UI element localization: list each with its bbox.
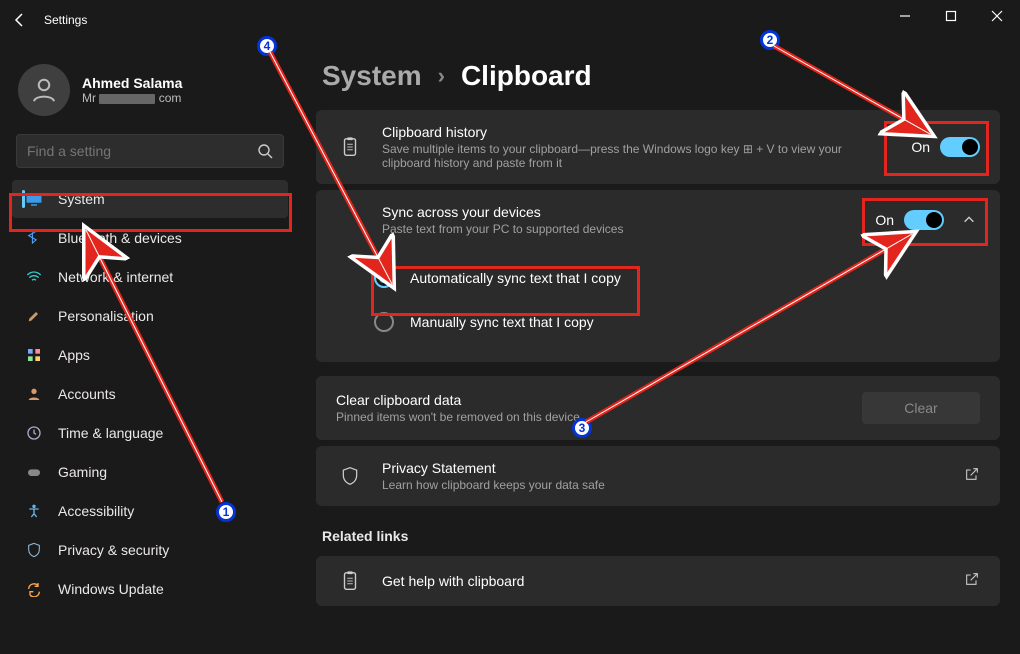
clipboard-icon [336, 136, 364, 158]
nav-label: Bluetooth & devices [58, 230, 182, 246]
nav-network[interactable]: Network & internet [12, 258, 288, 296]
nav-privacy[interactable]: Privacy & security [12, 531, 288, 569]
nav-gaming[interactable]: Gaming [12, 453, 288, 491]
radio-label: Manually sync text that I copy [410, 314, 594, 330]
radio-manual-sync[interactable]: Manually sync text that I copy [374, 300, 980, 344]
radio-auto-sync[interactable]: Automatically sync text that I copy [374, 256, 980, 300]
search-input[interactable] [27, 143, 257, 159]
nav-label: Personalisation [58, 308, 154, 324]
card-desc: Paste text from your PC to supported dev… [382, 222, 842, 236]
nav-label: Gaming [58, 464, 107, 480]
nav-accessibility[interactable]: Accessibility [12, 492, 288, 530]
close-button[interactable] [974, 0, 1020, 32]
user-profile[interactable]: Ahmed Salama Mr com [8, 56, 292, 130]
external-link-icon [964, 466, 980, 487]
nav-label: Accessibility [58, 503, 134, 519]
breadcrumb-current: Clipboard [461, 60, 592, 92]
nav-label: Network & internet [58, 269, 173, 285]
card-title: Clipboard history [382, 124, 911, 140]
nav-system[interactable]: System [12, 180, 288, 218]
nav-bluetooth[interactable]: Bluetooth & devices [12, 219, 288, 257]
back-button[interactable] [0, 0, 40, 40]
radio-icon [374, 312, 394, 332]
monitor-icon [24, 189, 44, 209]
card-desc: Save multiple items to your clipboard—pr… [382, 142, 842, 170]
clock-icon [24, 423, 44, 443]
search-box[interactable] [16, 134, 284, 168]
user-name: Ahmed Salama [82, 75, 182, 91]
main-content: System › Clipboard Clipboard history Sav… [316, 48, 1004, 654]
toggle-label: On [911, 139, 930, 155]
card-title: Sync across your devices [382, 204, 875, 220]
update-icon [24, 579, 44, 599]
clipboard-history-card: Clipboard history Save multiple items to… [316, 110, 1000, 184]
card-title: Privacy Statement [382, 460, 950, 476]
user-email: Mr com [82, 91, 182, 105]
nav-label: Accounts [58, 386, 116, 402]
window-controls [882, 0, 1020, 32]
radio-icon [374, 268, 394, 288]
minimize-button[interactable] [882, 0, 928, 32]
card-desc: Pinned items won't be removed on this de… [336, 410, 580, 424]
brush-icon [24, 306, 44, 326]
nav-accounts[interactable]: Accounts [12, 375, 288, 413]
nav-personalisation[interactable]: Personalisation [12, 297, 288, 335]
nav-label: Time & language [58, 425, 163, 441]
clear-card: Clear clipboard data Pinned items won't … [316, 376, 1000, 440]
maximize-button[interactable] [928, 0, 974, 32]
breadcrumb: System › Clipboard [322, 60, 1000, 92]
bluetooth-icon [24, 228, 44, 248]
privacy-card[interactable]: Privacy Statement Learn how clipboard ke… [316, 446, 1000, 506]
clipboard-history-toggle[interactable] [940, 137, 980, 157]
search-icon [257, 143, 273, 159]
accessibility-icon [24, 501, 44, 521]
shield-icon [336, 466, 364, 486]
clear-button[interactable]: Clear [862, 392, 980, 424]
nav-label: System [58, 191, 105, 207]
clipboard-icon [336, 570, 364, 592]
card-title: Get help with clipboard [382, 573, 950, 589]
avatar [18, 64, 70, 116]
title-bar: Settings [0, 0, 1020, 40]
chevron-up-icon[interactable] [958, 213, 980, 227]
chevron-right-icon: › [438, 63, 445, 89]
game-icon [24, 462, 44, 482]
toggle-label: On [875, 212, 894, 228]
card-title: Clear clipboard data [336, 392, 580, 408]
shield-icon [24, 540, 44, 560]
sync-toggle[interactable] [904, 210, 944, 230]
radio-label: Automatically sync text that I copy [410, 270, 621, 286]
card-desc: Learn how clipboard keeps your data safe [382, 478, 842, 492]
nav-update[interactable]: Windows Update [12, 570, 288, 608]
nav-label: Windows Update [58, 581, 164, 597]
help-card[interactable]: Get help with clipboard [316, 556, 1000, 606]
sync-card: Sync across your devices Paste text from… [316, 190, 1000, 362]
sidebar: Ahmed Salama Mr com System Bluetooth & d… [0, 48, 300, 654]
nav-label: Privacy & security [58, 542, 169, 558]
apps-icon [24, 345, 44, 365]
external-link-icon [964, 571, 980, 592]
nav-time[interactable]: Time & language [12, 414, 288, 452]
wifi-icon [24, 267, 44, 287]
nav-label: Apps [58, 347, 90, 363]
breadcrumb-parent[interactable]: System [322, 60, 422, 92]
related-links-header: Related links [322, 528, 1000, 544]
person-icon [24, 384, 44, 404]
nav-apps[interactable]: Apps [12, 336, 288, 374]
window-title: Settings [44, 13, 87, 27]
